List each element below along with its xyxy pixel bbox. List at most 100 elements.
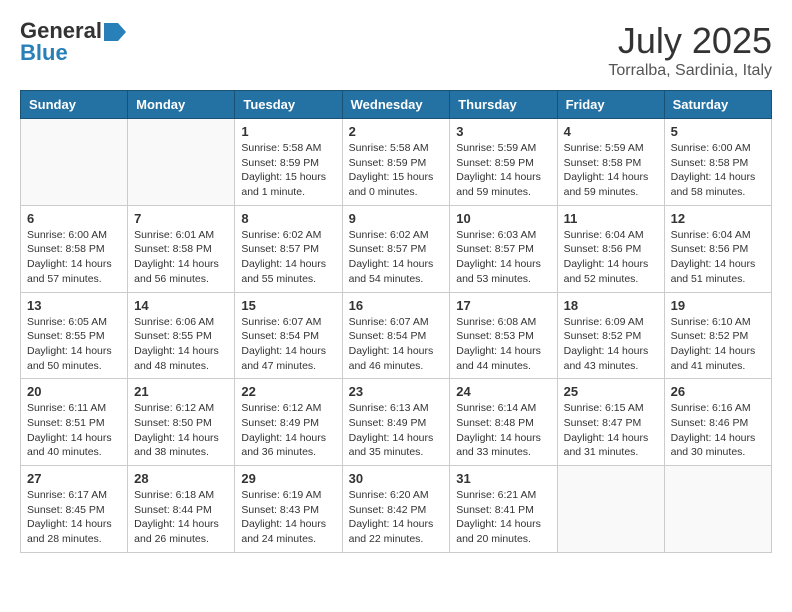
day-info: Sunrise: 6:07 AM Sunset: 8:54 PM Dayligh… <box>241 315 335 374</box>
day-number: 26 <box>671 384 765 399</box>
weekday-header: Monday <box>128 91 235 119</box>
day-info: Sunrise: 6:02 AM Sunset: 8:57 PM Dayligh… <box>241 228 335 287</box>
calendar-cell: 30Sunrise: 6:20 AM Sunset: 8:42 PM Dayli… <box>342 466 450 553</box>
day-number: 24 <box>456 384 550 399</box>
day-number: 6 <box>27 211 121 226</box>
day-number: 21 <box>134 384 228 399</box>
day-info: Sunrise: 5:58 AM Sunset: 8:59 PM Dayligh… <box>241 141 335 200</box>
day-number: 9 <box>349 211 444 226</box>
calendar-cell <box>664 466 771 553</box>
day-number: 25 <box>564 384 658 399</box>
calendar-cell: 24 Sunrise: 6:14 AM Sunset: 8:48 PM Dayli… <box>450 379 557 466</box>
location-text: Torralba, Sardinia, Italy <box>608 62 772 80</box>
day-info: Sunrise: 5:58 AM Sunset: 8:59 PM Dayligh… <box>349 141 444 200</box>
day-info: Sunrise: 6:18 AM Sunset: 8:44 PM Dayligh… <box>134 488 228 547</box>
calendar-week-row: 27 Sunrise: 6:17 AM Sunset: 8:45 PM Dayli… <box>21 466 772 553</box>
day-number: 19 <box>671 298 765 313</box>
day-info: Sunrise: 6:05 AM Sunset: 8:55 PM Dayligh… <box>27 315 121 374</box>
calendar-cell: 9 Sunrise: 6:02 AM Sunset: 8:57 PM Daylig… <box>342 205 450 292</box>
day-number: 4 <box>564 124 658 139</box>
day-info: Sunrise: 6:13 AM Sunset: 8:49 PM Dayligh… <box>349 401 444 460</box>
calendar-table: SundayMondayTuesdayWednesdayThursdayFrid… <box>20 90 772 553</box>
calendar-cell: 2 Sunrise: 5:58 AM Sunset: 8:59 PM Daylig… <box>342 119 450 206</box>
calendar-cell: 17 Sunrise: 6:08 AM Sunset: 8:53 PM Dayli… <box>450 292 557 379</box>
calendar-cell: 31 Sunrise: 6:21 AM Sunset: 8:41 PM Dayli… <box>450 466 557 553</box>
weekday-header: Friday <box>557 91 664 119</box>
day-number: 3 <box>456 124 550 139</box>
calendar-cell: 20 Sunrise: 6:11 AM Sunset: 8:51 PM Dayli… <box>21 379 128 466</box>
day-number: 8 <box>241 211 335 226</box>
day-number: 20 <box>27 384 121 399</box>
weekday-header: Saturday <box>664 91 771 119</box>
month-year-title: July 2025 <box>608 20 772 62</box>
day-number: 12 <box>671 211 765 226</box>
page-header: General Blue July 2025 Torralba, Sardini… <box>20 20 772 80</box>
day-number: 11 <box>564 211 658 226</box>
calendar-cell: 14 Sunrise: 6:06 AM Sunset: 8:55 PM Dayli… <box>128 292 235 379</box>
day-number: 2 <box>349 124 444 139</box>
day-number: 13 <box>27 298 121 313</box>
day-info: Sunrise: 6:15 AM Sunset: 8:47 PM Dayligh… <box>564 401 658 460</box>
day-number: 15 <box>241 298 335 313</box>
day-number: 30 <box>349 471 444 486</box>
day-number: 23 <box>349 384 444 399</box>
calendar-cell: 28 Sunrise: 6:18 AM Sunset: 8:44 PM Dayli… <box>128 466 235 553</box>
calendar-cell: 19Sunrise: 6:10 AM Sunset: 8:52 PM Dayli… <box>664 292 771 379</box>
day-info: Sunrise: 6:02 AM Sunset: 8:57 PM Dayligh… <box>349 228 444 287</box>
calendar-cell: 26 Sunrise: 6:16 AM Sunset: 8:46 PM Dayli… <box>664 379 771 466</box>
day-number: 7 <box>134 211 228 226</box>
calendar-week-row: 20 Sunrise: 6:11 AM Sunset: 8:51 PM Dayli… <box>21 379 772 466</box>
day-info: Sunrise: 6:01 AM Sunset: 8:58 PM Dayligh… <box>134 228 228 287</box>
calendar-week-row: 1 Sunrise: 5:58 AM Sunset: 8:59 PM Daylig… <box>21 119 772 206</box>
day-info: Sunrise: 6:21 AM Sunset: 8:41 PM Dayligh… <box>456 488 550 547</box>
calendar-cell: 7 Sunrise: 6:01 AM Sunset: 8:58 PM Daylig… <box>128 205 235 292</box>
calendar-cell: 10Sunrise: 6:03 AM Sunset: 8:57 PM Dayli… <box>450 205 557 292</box>
calendar-cell: 5Sunrise: 6:00 AM Sunset: 8:58 PM Daylig… <box>664 119 771 206</box>
calendar-cell: 18Sunrise: 6:09 AM Sunset: 8:52 PM Dayli… <box>557 292 664 379</box>
day-info: Sunrise: 6:07 AM Sunset: 8:54 PM Dayligh… <box>349 315 444 374</box>
calendar-header-row: SundayMondayTuesdayWednesdayThursdayFrid… <box>21 91 772 119</box>
day-info: Sunrise: 6:19 AM Sunset: 8:43 PM Dayligh… <box>241 488 335 547</box>
calendar-cell <box>128 119 235 206</box>
logo-icon <box>104 23 126 41</box>
day-number: 14 <box>134 298 228 313</box>
title-block: July 2025 Torralba, Sardinia, Italy <box>608 20 772 80</box>
calendar-cell: 12Sunrise: 6:04 AM Sunset: 8:56 PM Dayli… <box>664 205 771 292</box>
logo-general-text: General <box>20 20 102 42</box>
day-info: Sunrise: 5:59 AM Sunset: 8:58 PM Dayligh… <box>564 141 658 200</box>
calendar-cell: 29 Sunrise: 6:19 AM Sunset: 8:43 PM Dayli… <box>235 466 342 553</box>
calendar-cell: 6 Sunrise: 6:00 AM Sunset: 8:58 PM Daylig… <box>21 205 128 292</box>
logo: General Blue <box>20 20 126 64</box>
day-info: Sunrise: 5:59 AM Sunset: 8:59 PM Dayligh… <box>456 141 550 200</box>
calendar-cell: 11 Sunrise: 6:04 AM Sunset: 8:56 PM Dayli… <box>557 205 664 292</box>
calendar-week-row: 13 Sunrise: 6:05 AM Sunset: 8:55 PM Dayli… <box>21 292 772 379</box>
day-info: Sunrise: 6:04 AM Sunset: 8:56 PM Dayligh… <box>564 228 658 287</box>
day-info: Sunrise: 6:11 AM Sunset: 8:51 PM Dayligh… <box>27 401 121 460</box>
day-info: Sunrise: 6:14 AM Sunset: 8:48 PM Dayligh… <box>456 401 550 460</box>
day-number: 27 <box>27 471 121 486</box>
day-number: 29 <box>241 471 335 486</box>
day-number: 28 <box>134 471 228 486</box>
day-info: Sunrise: 6:03 AM Sunset: 8:57 PM Dayligh… <box>456 228 550 287</box>
calendar-cell: 15 Sunrise: 6:07 AM Sunset: 8:54 PM Dayli… <box>235 292 342 379</box>
day-info: Sunrise: 6:16 AM Sunset: 8:46 PM Dayligh… <box>671 401 765 460</box>
day-info: Sunrise: 6:00 AM Sunset: 8:58 PM Dayligh… <box>27 228 121 287</box>
day-info: Sunrise: 6:12 AM Sunset: 8:50 PM Dayligh… <box>134 401 228 460</box>
day-number: 1 <box>241 124 335 139</box>
day-info: Sunrise: 6:08 AM Sunset: 8:53 PM Dayligh… <box>456 315 550 374</box>
calendar-cell: 8 Sunrise: 6:02 AM Sunset: 8:57 PM Daylig… <box>235 205 342 292</box>
day-number: 31 <box>456 471 550 486</box>
calendar-cell: 13 Sunrise: 6:05 AM Sunset: 8:55 PM Dayli… <box>21 292 128 379</box>
day-number: 5 <box>671 124 765 139</box>
calendar-cell <box>21 119 128 206</box>
day-number: 17 <box>456 298 550 313</box>
calendar-cell: 27 Sunrise: 6:17 AM Sunset: 8:45 PM Dayli… <box>21 466 128 553</box>
logo-blue-text: Blue <box>20 42 68 64</box>
day-info: Sunrise: 6:06 AM Sunset: 8:55 PM Dayligh… <box>134 315 228 374</box>
day-info: Sunrise: 6:17 AM Sunset: 8:45 PM Dayligh… <box>27 488 121 547</box>
day-number: 18 <box>564 298 658 313</box>
day-number: 22 <box>241 384 335 399</box>
calendar-cell: 22Sunrise: 6:12 AM Sunset: 8:49 PM Dayli… <box>235 379 342 466</box>
weekday-header: Wednesday <box>342 91 450 119</box>
calendar-week-row: 6 Sunrise: 6:00 AM Sunset: 8:58 PM Daylig… <box>21 205 772 292</box>
